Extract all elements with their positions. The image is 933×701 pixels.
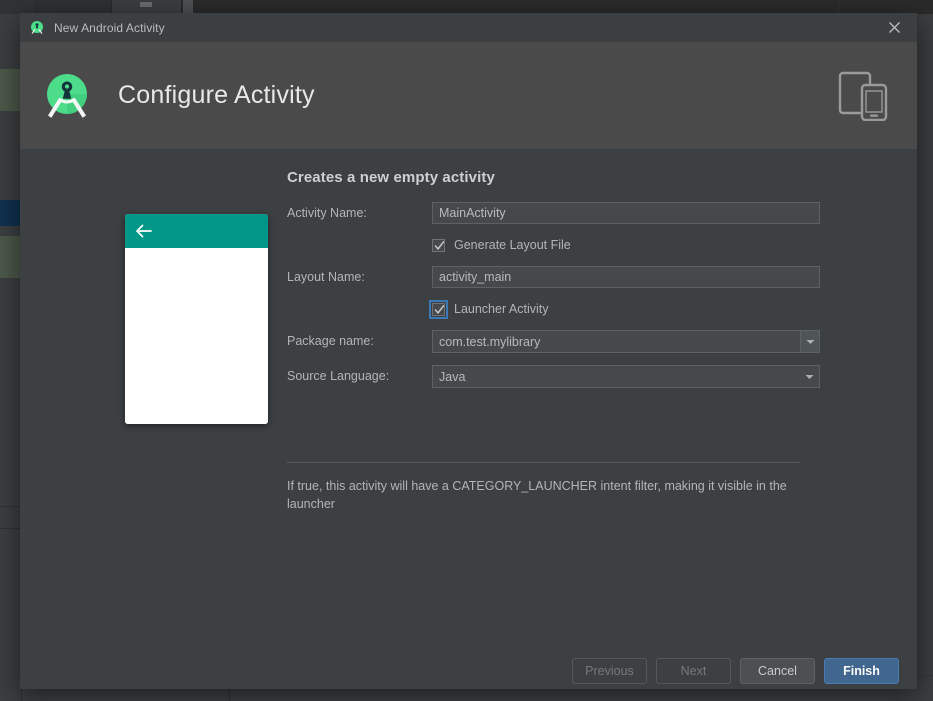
wizard-body: Creates a new empty activity Activity Na… [20,149,917,652]
generate-layout-file-checkbox[interactable] [432,238,445,252]
ide-divider [0,528,22,529]
dialog-title: New Android Activity [54,20,165,35]
ide-tree-row[interactable] [0,69,22,111]
section-divider [287,462,800,463]
preview-phone-frame [125,214,268,424]
activity-preview [125,214,268,424]
new-android-activity-dialog: New Android Activity Configure Activity [20,13,917,689]
checkbox-row-launcher-activity: Launcher Activity [287,298,820,320]
back-arrow-icon [135,224,152,238]
package-name-value: com.test.mylibrary [439,334,541,349]
generate-layout-file-label: Generate Layout File [454,238,571,252]
launcher-activity-checkbox[interactable] [429,299,448,319]
field-row-package-name: Package name: com.test.mylibrary [287,330,820,353]
ide-tab[interactable] [36,0,112,14]
close-icon[interactable] [871,13,917,42]
checkbox-row-generate-layout-file: Generate Layout File [287,234,820,256]
ide-tree-row[interactable] [0,200,22,226]
field-row-layout-name: Layout Name: [287,266,820,288]
activity-name-label: Activity Name: [287,206,367,220]
previous-button[interactable]: Previous [572,657,647,684]
preview-content-area [125,248,268,424]
wizard-header: Configure Activity [20,42,917,149]
ide-tree-row[interactable] [0,236,22,278]
ide-tab[interactable] [0,0,36,14]
android-studio-logo-icon [41,70,93,122]
package-name-combo[interactable]: com.test.mylibrary [432,330,820,353]
ide-divider [0,506,22,507]
form-heading: Creates a new empty activity [287,169,495,186]
source-language-label: Source Language: [287,369,390,383]
cancel-button[interactable]: Cancel [740,657,815,684]
help-text: If true, this activity will have a CATEG… [287,479,787,511]
launcher-activity-label: Launcher Activity [454,302,549,316]
package-name-label: Package name: [287,334,374,348]
preview-app-bar [125,214,268,248]
field-row-activity-name: Activity Name: [287,202,820,224]
field-row-source-language: Source Language: Java [287,365,820,388]
ide-toolbar-chip [183,0,193,14]
android-studio-icon [29,20,45,36]
ide-toolbar-chip [140,2,152,7]
dialog-footer: Previous Next Cancel Finish [20,652,917,689]
source-language-value: Java [439,369,466,384]
tablet-and-phone-icon [838,71,894,122]
layout-name-label: Layout Name: [287,270,365,284]
finish-button[interactable]: Finish [824,657,899,684]
activity-form: Creates a new empty activity Activity Na… [287,169,820,397]
next-button[interactable]: Next [656,657,731,684]
activity-name-input[interactable] [432,202,820,224]
ide-project-tree [0,14,22,701]
page-title: Configure Activity [118,81,315,109]
dialog-title-bar: New Android Activity [20,13,917,42]
source-language-combo[interactable]: Java [432,365,820,388]
ide-divider [838,0,839,14]
layout-name-input[interactable] [432,266,820,288]
chevron-down-icon[interactable] [800,331,819,352]
chevron-down-icon[interactable] [800,366,819,387]
